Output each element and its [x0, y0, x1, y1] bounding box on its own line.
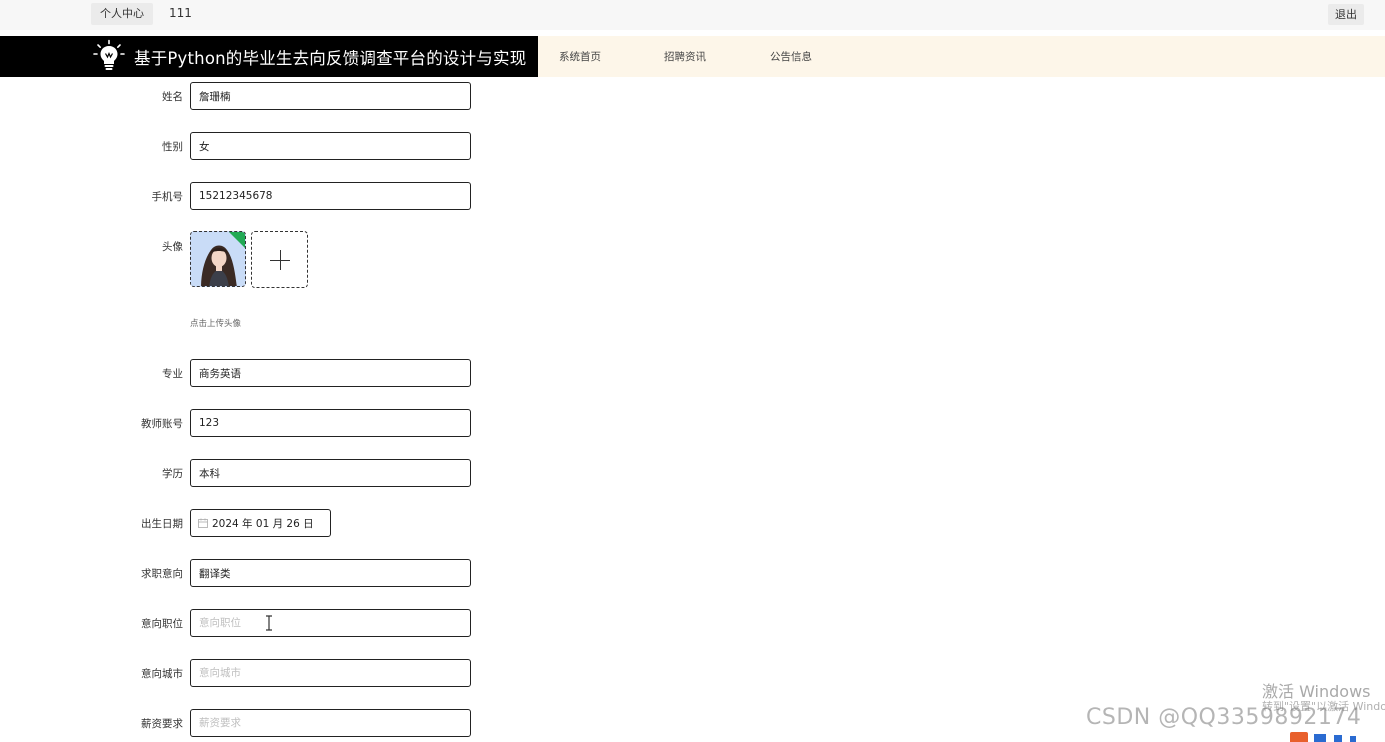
position-label: 意向职位 [141, 618, 183, 630]
intention-label: 求职意向 [141, 568, 183, 580]
phone-input[interactable] [190, 182, 471, 210]
personal-center-button[interactable]: 个人中心 [91, 3, 153, 25]
nav-item-home[interactable]: 系统首页 [559, 49, 601, 64]
education-input[interactable] [190, 459, 471, 487]
avatar-upload-tip: 点击上传头像 [190, 319, 242, 329]
avatar-label: 头像 [162, 241, 183, 253]
major-label: 专业 [162, 368, 183, 380]
logout-button[interactable]: 退出 [1328, 4, 1364, 25]
position-input[interactable] [190, 609, 471, 637]
teacher-id-label: 教师账号 [141, 418, 183, 430]
top-utility-bar: 个人中心 111 退出 [0, 0, 1385, 30]
gender-input[interactable] [190, 132, 471, 160]
city-input[interactable] [190, 659, 471, 687]
site-title: 基于Python的毕业生去向反馈调查平台的设计与实现 [134, 49, 527, 68]
csdn-watermark: CSDN @QQ3359892174 [1086, 705, 1362, 730]
birthday-label: 出生日期 [141, 518, 183, 530]
birthday-value: 2024 年 01 月 26 日 [212, 518, 314, 530]
avatar-upload-button[interactable] [251, 231, 308, 288]
calendar-icon [198, 518, 208, 528]
avatar-image[interactable] [190, 231, 246, 287]
education-label: 学历 [162, 468, 183, 480]
brand-header: 基于Python的毕业生去向反馈调查平台的设计与实现 [0, 36, 538, 77]
main-nav: 系统首页 招聘资讯 公告信息 [538, 36, 1385, 77]
username-label: 111 [169, 6, 192, 20]
avatar-portrait [191, 232, 245, 286]
intention-input[interactable] [190, 559, 471, 587]
teacher-id-input[interactable] [190, 409, 471, 437]
salary-label: 薪资要求 [141, 718, 183, 730]
salary-input[interactable] [190, 709, 471, 737]
birthday-date-picker[interactable]: 2024 年 01 月 26 日 [190, 509, 331, 537]
nav-item-jobs[interactable]: 招聘资讯 [664, 49, 706, 64]
nav-item-notices[interactable]: 公告信息 [770, 49, 812, 64]
system-tray-icons [1290, 732, 1356, 742]
phone-label: 手机号 [151, 191, 184, 203]
gender-label: 性别 [162, 141, 183, 153]
name-input[interactable] [190, 82, 471, 110]
city-label: 意向城市 [141, 668, 183, 680]
lightbulb-logo-icon [93, 39, 125, 70]
major-input[interactable] [190, 359, 471, 387]
name-label: 姓名 [162, 91, 183, 103]
